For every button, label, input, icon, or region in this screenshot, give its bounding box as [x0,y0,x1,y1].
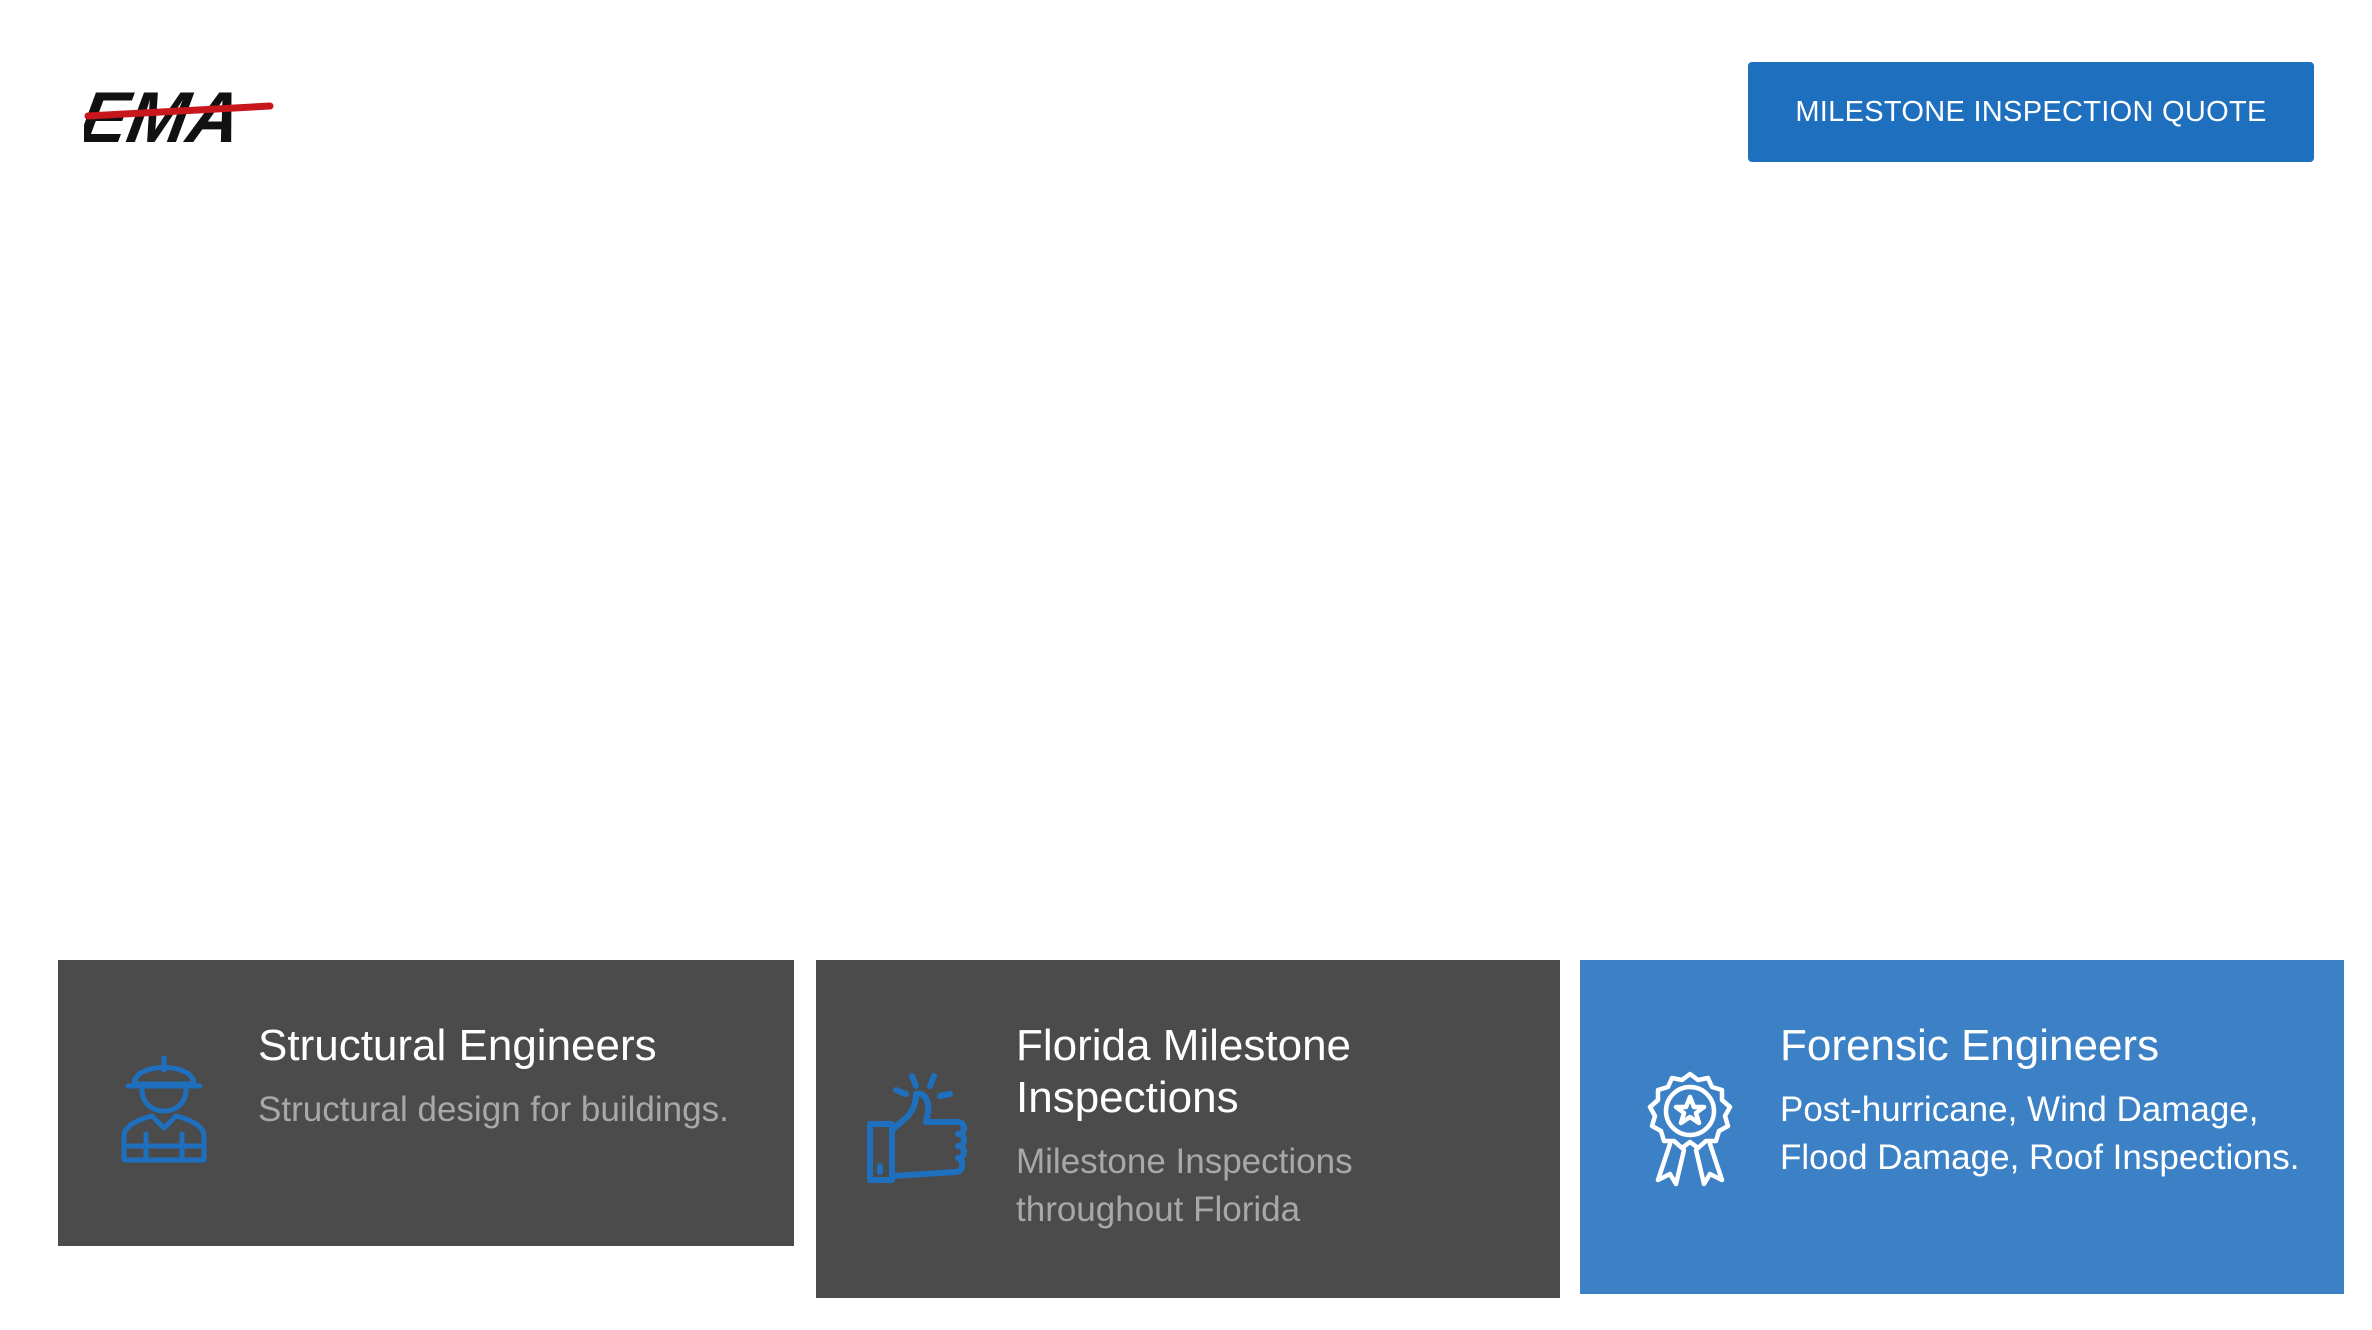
service-card-forensic-engineers[interactable]: Forensic Engineers Post-hurricane, Wind … [1580,960,2344,1294]
card-description: Post-hurricane, Wind Damage, Flood Damag… [1780,1090,2300,1177]
card-title: Structural Engineers [258,1021,657,1070]
ema-logo-mark: EMA [84,77,274,156]
service-card-florida-milestone-inspections[interactable]: Florida Milestone Inspections Milestone … [816,960,1560,1298]
card-title: Forensic Engineers [1780,1021,2160,1070]
thumbs-up-icon [866,1072,967,1192]
card-description: Structural design for buildings. [258,1090,729,1129]
ema-logo[interactable]: EMA [84,76,274,156]
milestone-inspection-quote-button[interactable]: MILESTONE INSPECTION QUOTE [1748,62,2314,162]
card-description: Milestone Inspections throughout Florida [1016,1142,1353,1229]
card-title: Florida Milestone Inspections [1016,1021,1352,1122]
service-card-structural-engineers[interactable]: Structural Engineers Structural design f… [58,960,794,1246]
award-ribbon-icon [1640,1070,1740,1190]
engineer-hardhat-icon [114,1048,214,1168]
